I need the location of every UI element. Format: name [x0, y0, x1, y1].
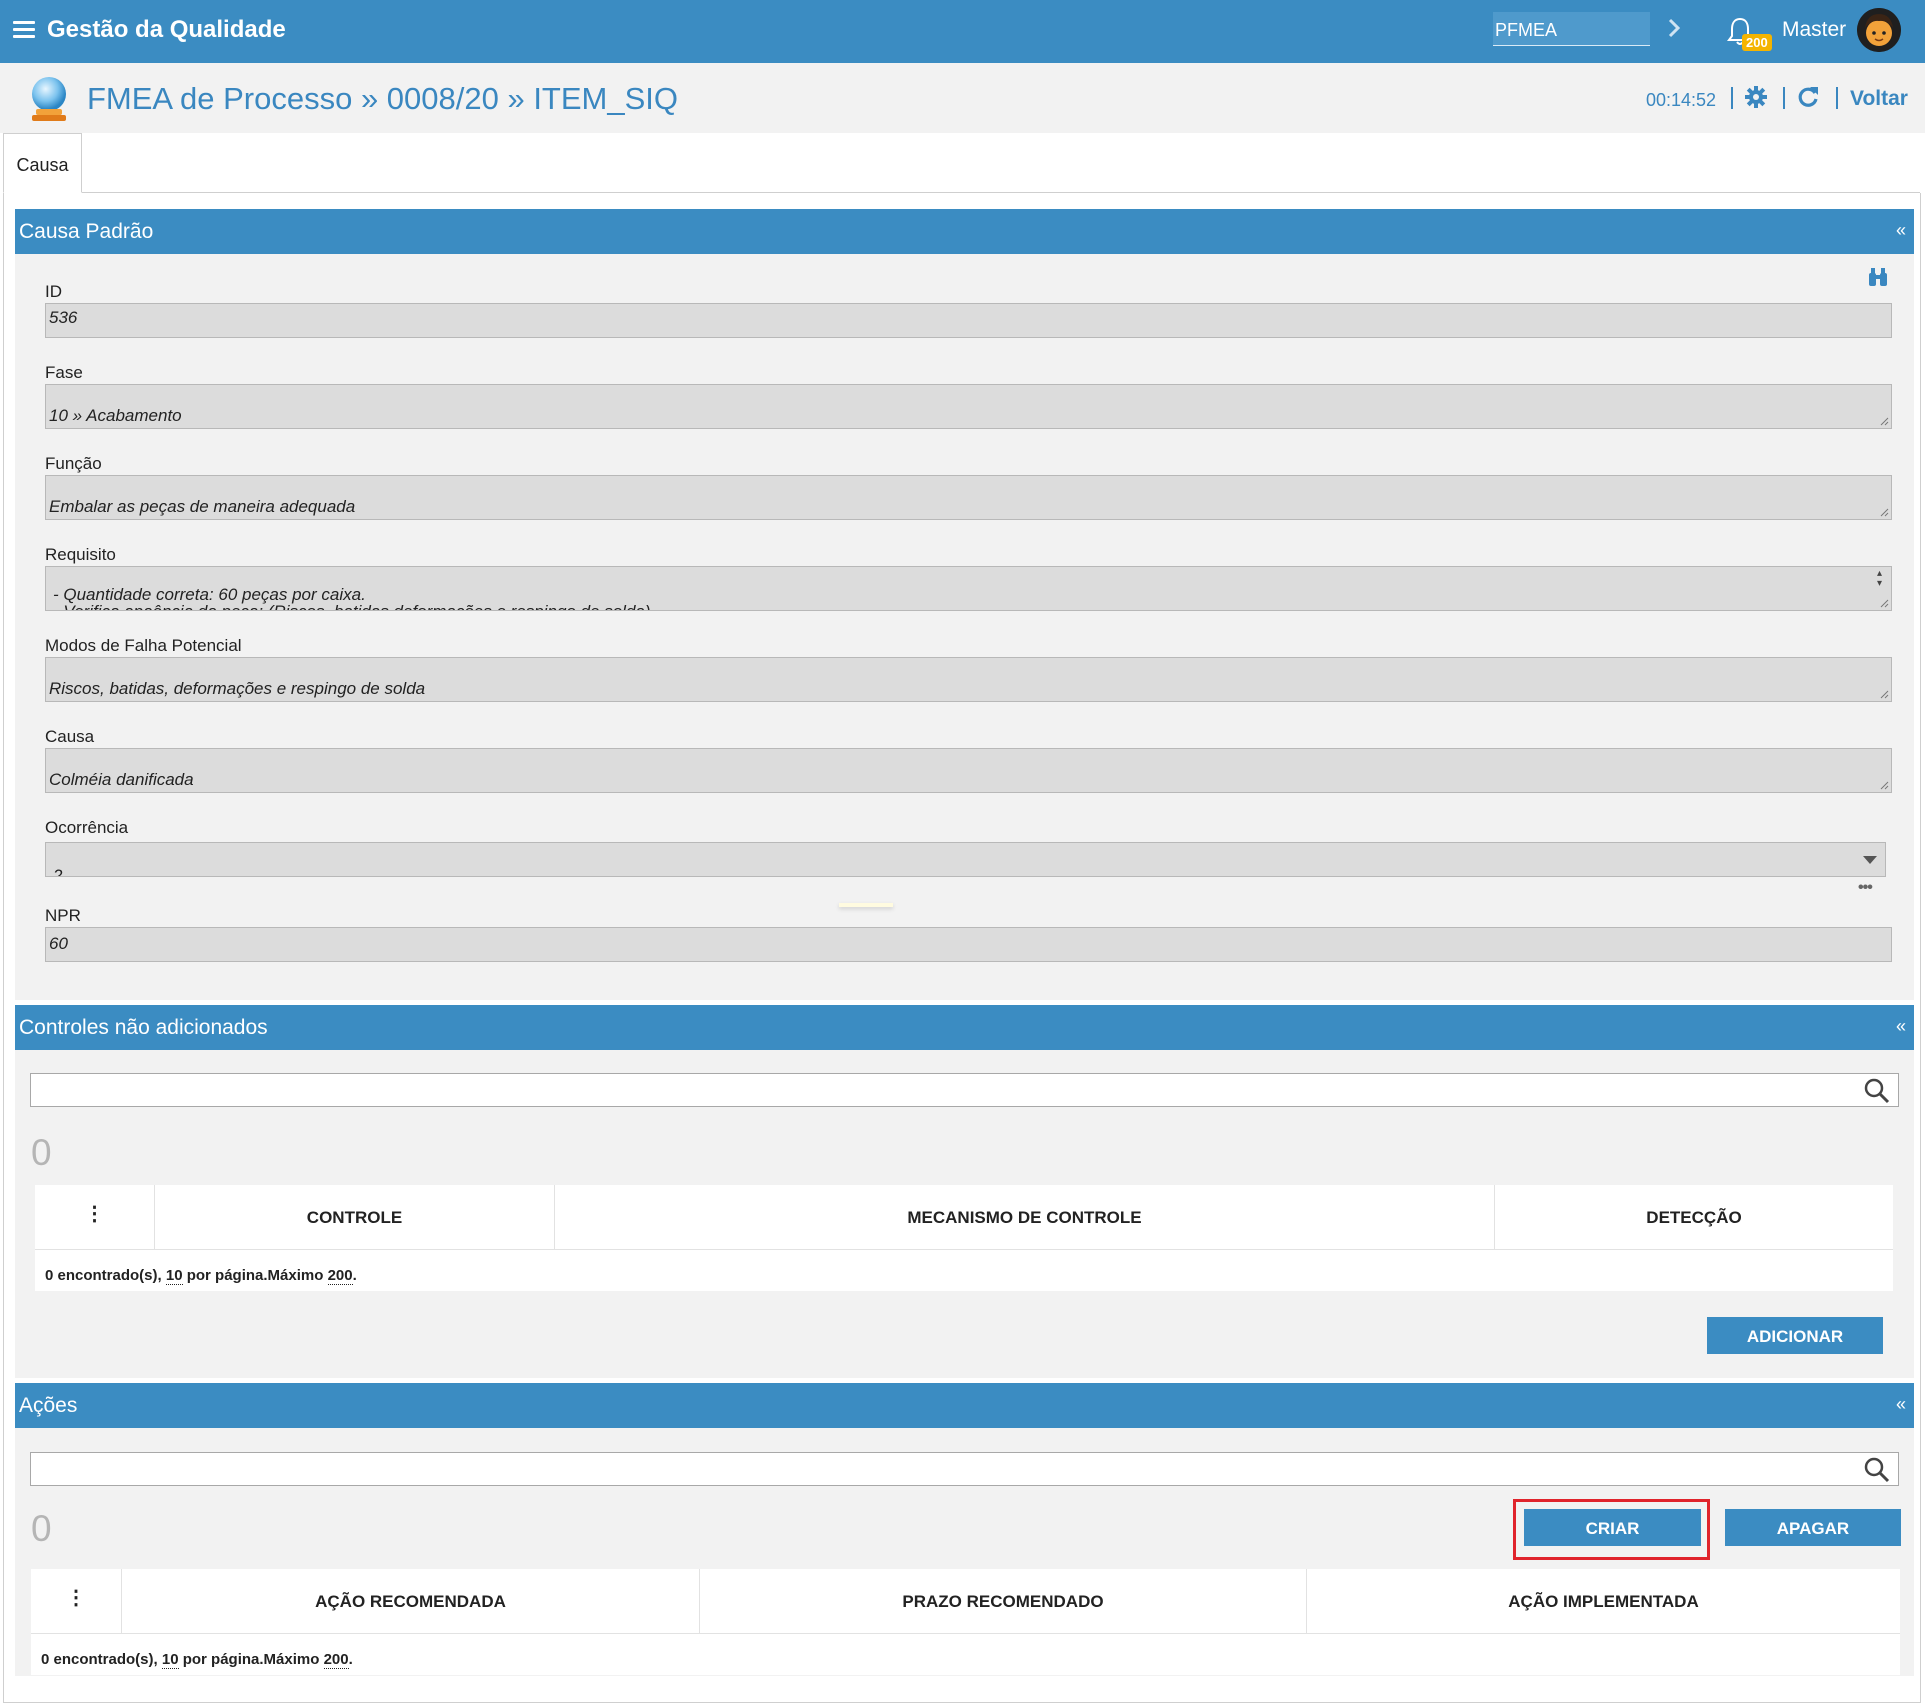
column-header-acao-recomendada[interactable]: AÇÃO RECOMENDADA: [122, 1569, 700, 1633]
per-page-selector[interactable]: 10: [161, 1651, 179, 1669]
requisito-value: - Quantidade correta: 60 peças por caixa…: [53, 585, 651, 610]
collapse-icon[interactable]: «: [1896, 1016, 1906, 1037]
fase-label: Fase: [45, 363, 83, 382]
id-label: ID: [45, 282, 62, 301]
column-header-acao-implementada[interactable]: AÇÃO IMPLEMENTADA: [1307, 1569, 1900, 1633]
search-icon[interactable]: [1864, 1457, 1890, 1483]
npr-label: NPR: [45, 906, 81, 925]
chevron-down-icon[interactable]: [1863, 856, 1877, 864]
section-title: Controles não adicionados: [19, 1016, 268, 1039]
acoes-search-input[interactable]: [30, 1452, 1899, 1486]
max-selector[interactable]: 200: [323, 1651, 349, 1669]
end-text: .: [352, 1267, 357, 1284]
avatar[interactable]: [1857, 8, 1901, 52]
causa-value: Colméia danificada: [49, 770, 194, 789]
module-input[interactable]: [1493, 12, 1650, 46]
per-page-selector[interactable]: 10: [165, 1267, 183, 1285]
scroll-arrows-icon[interactable]: ▴ ▾: [1877, 569, 1887, 589]
top-bar: Gestão da Qualidade 200 Master: [0, 0, 1925, 63]
section-title: Causa Padrão: [19, 220, 154, 243]
ocorrencia-select[interactable]: 2: [45, 842, 1886, 877]
per-page-text: por página.Máximo: [182, 1267, 328, 1284]
create-button[interactable]: CRIAR: [1524, 1509, 1701, 1546]
modos-falha-label: Modos de Falha Potencial: [45, 636, 242, 655]
section-header-causa-padrao[interactable]: Causa Padrão «: [15, 209, 1914, 254]
pagination-info: 0 encontrado(s), 10 por página.Máximo 20…: [41, 1651, 353, 1669]
controles-table: ⋮ CONTROLE MECANISMO DE CONTROLE DETECÇÃ…: [35, 1185, 1893, 1291]
section-title: Ações: [19, 1394, 78, 1417]
collapse-icon[interactable]: «: [1896, 1394, 1906, 1415]
column-menu-icon[interactable]: ⋮: [31, 1569, 122, 1633]
header-divider: [31, 1633, 1900, 1634]
fase-value: 10 » Acabamento: [49, 406, 182, 425]
app-title[interactable]: Gestão da Qualidade: [47, 16, 286, 44]
requisito-field[interactable]: - Quantidade correta: 60 peças por caixa…: [45, 566, 1892, 611]
acoes-table: ⋮ AÇÃO RECOMENDADA PRAZO RECOMENDADO AÇÃ…: [31, 1569, 1900, 1675]
ocorrencia-value: 2: [53, 866, 63, 877]
delete-button[interactable]: APAGAR: [1725, 1509, 1901, 1546]
funcao-label: Função: [45, 454, 102, 473]
section-header-acoes[interactable]: Ações «: [15, 1383, 1914, 1428]
column-header-deteccao[interactable]: DETECÇÃO: [1495, 1185, 1893, 1249]
resize-handle-icon[interactable]: [1879, 780, 1889, 790]
header-divider: [35, 1249, 1893, 1250]
menu-icon[interactable]: [13, 21, 35, 39]
tooltip: [839, 903, 893, 907]
divider: [1731, 87, 1733, 109]
controles-count: 0: [31, 1132, 52, 1173]
funcao-field[interactable]: Embalar as peças de maneira adequada: [45, 475, 1892, 520]
requisito-label: Requisito: [45, 545, 116, 564]
page-header: FMEA de Processo » 0008/20 » ITEM_SIQ 00…: [0, 63, 1925, 133]
column-menu-icon[interactable]: ⋮: [35, 1185, 155, 1249]
collapse-icon[interactable]: «: [1896, 220, 1906, 241]
search-icon[interactable]: [1864, 1078, 1890, 1104]
chevron-right-icon[interactable]: [1666, 16, 1682, 40]
modos-falha-value: Riscos, batidas, deformações e respingo …: [49, 679, 426, 698]
notification-badge[interactable]: 200: [1742, 34, 1772, 51]
gear-icon[interactable]: [1744, 85, 1768, 109]
globe-icon: [32, 77, 66, 121]
back-link[interactable]: Voltar: [1850, 87, 1908, 111]
divider: [1836, 87, 1838, 109]
causa-field[interactable]: Colméia danificada: [45, 748, 1892, 793]
ocorrencia-label: Ocorrência: [45, 818, 129, 837]
refresh-icon[interactable]: [1796, 85, 1820, 109]
resize-handle-icon[interactable]: [1879, 689, 1889, 699]
causa-label: Causa: [45, 727, 95, 746]
binoculars-icon[interactable]: [1867, 266, 1889, 288]
tab-causa[interactable]: Causa: [3, 133, 82, 193]
pagination-info: 0 encontrado(s), 10 por página.Máximo 20…: [45, 1267, 357, 1285]
resize-handle-icon[interactable]: [1879, 507, 1889, 517]
max-selector[interactable]: 200: [327, 1267, 353, 1285]
found-text: 0 encontrado(s),: [41, 1651, 162, 1668]
controles-search-input[interactable]: [30, 1073, 1899, 1107]
modos-falha-field[interactable]: Riscos, batidas, deformações e respingo …: [45, 657, 1892, 702]
resize-handle-icon[interactable]: [1879, 416, 1889, 426]
resize-handle-icon[interactable]: [1879, 598, 1889, 608]
session-timer: 00:14:52: [1646, 90, 1717, 110]
column-header-mecanismo[interactable]: MECANISMO DE CONTROLE: [555, 1185, 1495, 1249]
funcao-value: Embalar as peças de maneira adequada: [49, 497, 356, 516]
section-header-controles[interactable]: Controles não adicionados «: [15, 1005, 1914, 1050]
more-icon[interactable]: •••: [1858, 879, 1873, 897]
id-field[interactable]: 536: [45, 303, 1892, 338]
acoes-count: 0: [31, 1508, 52, 1549]
npr-field[interactable]: 60: [45, 927, 1892, 962]
section-body-causa-padrao: [15, 254, 1914, 1000]
per-page-text: por página.Máximo: [178, 1651, 324, 1668]
fase-field[interactable]: 10 » Acabamento: [45, 384, 1892, 429]
end-text: .: [348, 1651, 353, 1668]
user-name[interactable]: Master: [1782, 18, 1846, 42]
found-text: 0 encontrado(s),: [45, 1267, 166, 1284]
add-button[interactable]: ADICIONAR: [1707, 1317, 1883, 1354]
column-header-prazo-recomendado[interactable]: PRAZO RECOMENDADO: [700, 1569, 1307, 1633]
page-title: FMEA de Processo » 0008/20 » ITEM_SIQ: [87, 81, 679, 116]
column-header-controle[interactable]: CONTROLE: [155, 1185, 555, 1249]
divider: [1783, 87, 1785, 109]
